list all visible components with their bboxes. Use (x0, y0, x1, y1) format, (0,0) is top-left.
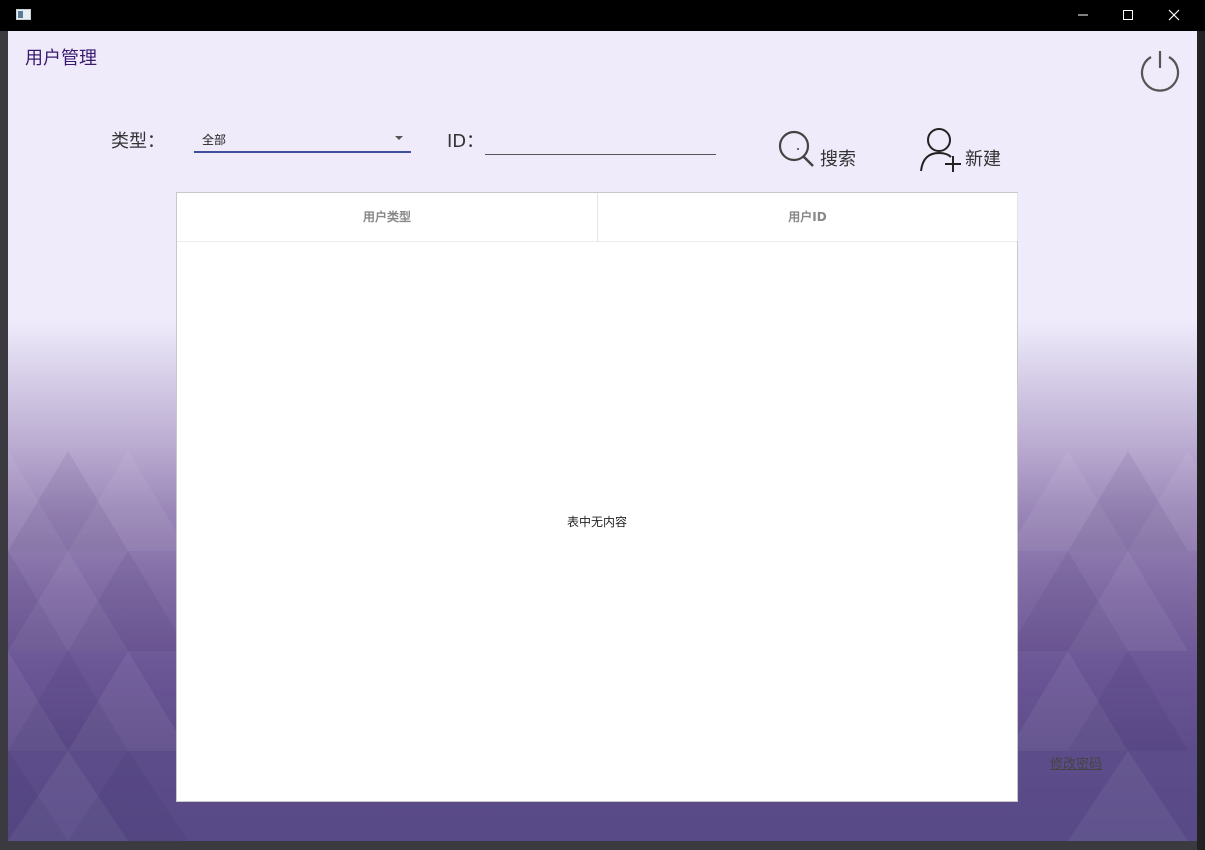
maximize-button[interactable] (1105, 0, 1151, 31)
search-icon (778, 130, 814, 167)
power-button[interactable] (1138, 48, 1182, 92)
search-button[interactable]: 搜索 (777, 129, 867, 171)
type-select[interactable]: 全部 (194, 127, 411, 153)
chevron-down-icon (395, 136, 403, 140)
close-button[interactable] (1151, 0, 1197, 31)
table-header: 用户类型 用户ID (177, 193, 1018, 242)
power-icon (1140, 51, 1180, 92)
add-user-icon (920, 128, 961, 172)
id-label: ID： (447, 131, 485, 152)
id-input[interactable] (485, 127, 716, 155)
type-label: 类型： (111, 131, 165, 152)
background-window-edge (1197, 31, 1205, 850)
change-password-link[interactable]: 修改密码 (1050, 753, 1102, 772)
minimize-button[interactable] (1060, 0, 1106, 31)
new-user-button-label: 新建 (965, 149, 1001, 170)
page-title: 用户管理 (25, 48, 97, 69)
main-window: 用户管理 类型： 全部 ID： 搜索 新建 用户类型 用户ID 表中无内容 修改… (8, 31, 1197, 841)
close-icon (1168, 9, 1180, 21)
minimize-icon (1078, 14, 1088, 16)
search-button-label: 搜索 (820, 149, 856, 170)
user-table: 用户类型 用户ID 表中无内容 (176, 192, 1018, 802)
window-titlebar (0, 0, 1205, 31)
new-user-button[interactable]: 新建 (919, 127, 1019, 173)
maximize-icon (1123, 10, 1133, 20)
column-header-user-id[interactable]: 用户ID (598, 193, 1018, 241)
type-select-value: 全部 (202, 133, 227, 147)
app-icon (16, 9, 31, 20)
table-empty-message: 表中无内容 (566, 515, 627, 529)
column-header-user-type[interactable]: 用户类型 (177, 193, 598, 241)
